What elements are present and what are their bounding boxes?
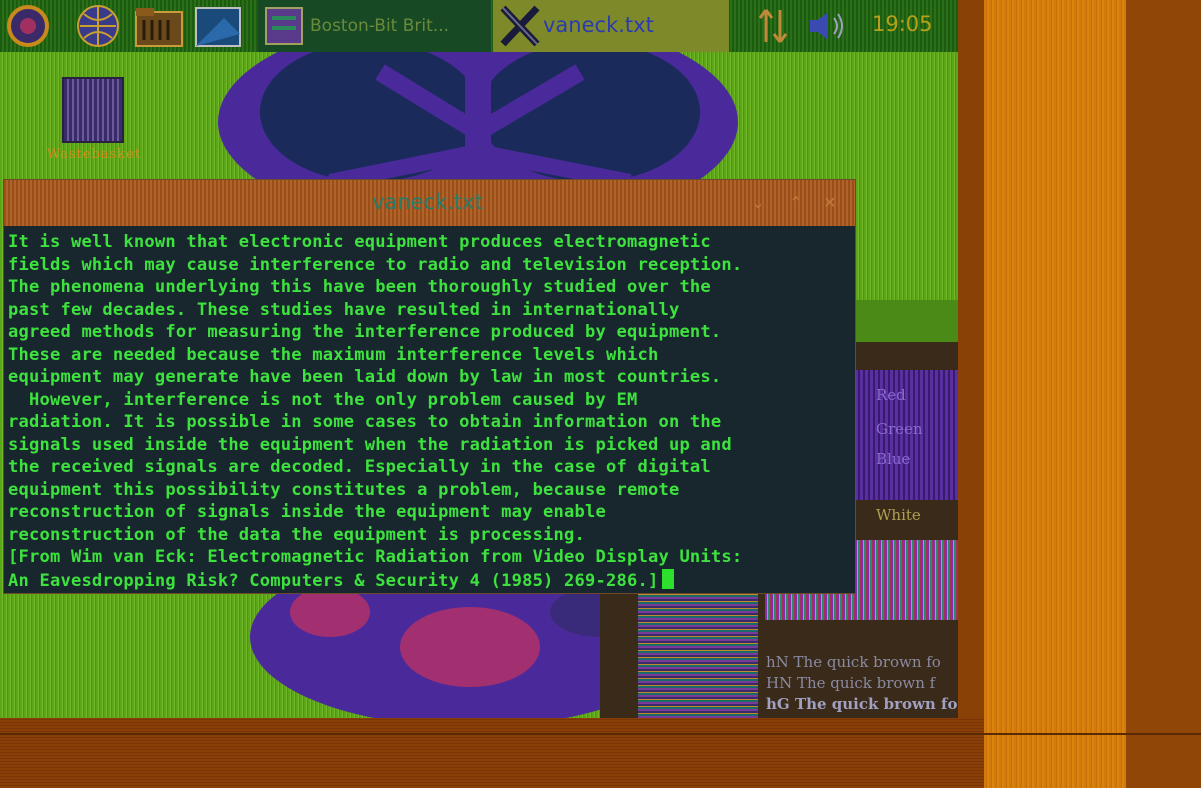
swatch-blue: Blue [876,450,911,468]
text-cursor [662,568,675,589]
close-button[interactable]: ✕ [820,193,840,213]
screenshot-icon[interactable] [194,4,241,48]
taskbar-item-image-viewer[interactable]: Boston-Bit Brit... [258,0,491,52]
text-line: signals used inside the equipment when t… [8,434,732,455]
swatch-red: Red [876,386,906,404]
text-line: radiation. It is possible in some cases … [8,412,722,432]
wastebasket-desktop-icon[interactable]: Wastebasket [47,77,140,177]
sample-text-line: hG The quick brown fo [766,695,958,713]
text-line: equipment may generate have been laid do… [8,367,722,387]
browser-globe-icon[interactable] [76,4,120,48]
x-terminal-icon [500,5,540,47]
trash-icon [62,77,124,143]
panel-clock: 19:05 [872,12,933,36]
swatch-green: Green [876,420,923,438]
text-line: equipment this possibility constitutes a… [8,479,680,500]
screen-border-bottom [0,718,984,788]
text-line: agreed methods for measuring the interfe… [8,322,722,342]
sample-text-line: HN The quick brown f [766,674,936,692]
screen-border-right [1126,0,1201,788]
text-line: The phenomena underlying this have been … [8,277,711,297]
minimize-button[interactable]: ⌄ [748,193,768,213]
vaneck-window[interactable]: vaneck.txt ⌄ ⌃ ✕ It is well known that e… [3,179,856,594]
text-line-last: An Eavesdropping Risk? Computers & Secur… [8,568,850,592]
maximize-button[interactable]: ⌃ [786,193,806,213]
text-content[interactable]: It is well known that electronic equipme… [8,231,850,591]
text-line: [From Wim van Eck: Electromagnetic Radia… [8,547,743,567]
top-panel: Boston-Bit Brit... vaneck.txt 19:05 [0,0,958,52]
wastebasket-label: Wastebasket [46,147,142,162]
text-line: reconstruction of signals inside the equ… [8,502,607,522]
volume-icon[interactable] [806,4,850,48]
taskbar-item-vaneck[interactable]: vaneck.txt [493,0,729,52]
window-titlebar[interactable]: vaneck.txt ⌄ ⌃ ✕ [4,180,855,226]
taskbar-item-label: Boston-Bit Brit... [310,16,449,36]
text-line: It is well known that electronic equipme… [8,232,711,252]
sample-text-line: hN The quick brown fo [766,653,941,671]
debian-logo-icon[interactable] [6,4,50,48]
taskbar-item-label: vaneck.txt [543,13,654,37]
text-line: fields which may cause interference to r… [8,254,743,275]
image-viewer-icon [265,7,303,45]
screen-border-orange [984,0,1126,788]
text-line: An Eavesdropping Risk? Computers & Secur… [8,570,659,591]
text-line: the received signals are decoded. Especi… [8,457,711,477]
window-title: vaneck.txt [372,190,483,214]
text-line: past few decades. These studies have res… [8,299,680,320]
network-icon[interactable] [756,4,800,48]
screen-border-line [0,733,1201,735]
screen-border-left [958,0,984,788]
text-line: These are needed because the maximum int… [8,344,659,365]
swatch-white: White [876,506,921,524]
file-manager-icon[interactable] [134,4,183,48]
text-line: reconstruction of the data the equipment… [8,524,586,545]
text-line: However, interference is not the only pr… [8,389,638,410]
